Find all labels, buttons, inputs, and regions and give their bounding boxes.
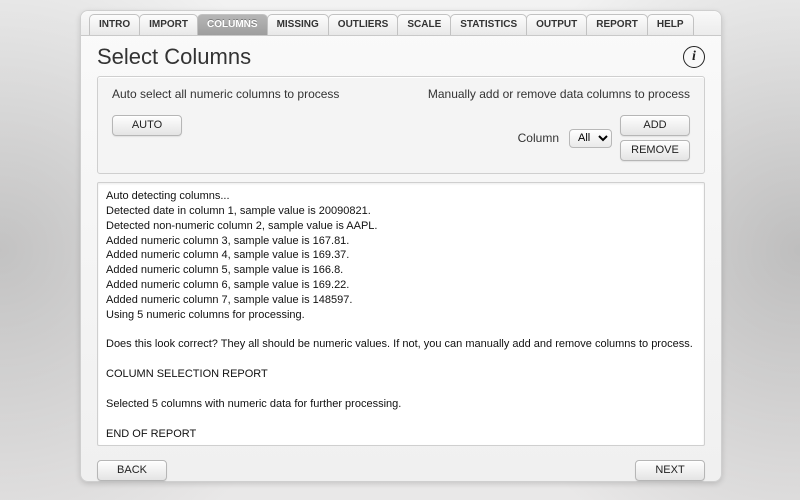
controls-right: Manually add or remove data columns to p… [428,87,690,161]
manual-select-label: Manually add or remove data columns to p… [428,87,690,101]
tab-outliers[interactable]: OUTLIERS [328,14,399,35]
tab-output[interactable]: OUTPUT [526,14,587,35]
next-button[interactable]: NEXT [635,460,705,481]
footer-nav: BACK NEXT [97,460,705,481]
window-background: INTRO IMPORT COLUMNS MISSING OUTLIERS SC… [0,0,800,500]
controls-box: Auto select all numeric columns to proce… [97,76,705,174]
remove-button[interactable]: REMOVE [620,140,690,161]
main-panel: INTRO IMPORT COLUMNS MISSING OUTLIERS SC… [80,10,722,482]
tab-import[interactable]: IMPORT [139,14,198,35]
column-label: Column [518,131,559,145]
info-icon[interactable]: i [683,46,705,68]
page-title: Select Columns [97,44,251,70]
tab-report[interactable]: REPORT [586,14,648,35]
tab-statistics[interactable]: STATISTICS [450,14,527,35]
controls-left: Auto select all numeric columns to proce… [112,87,339,161]
add-button[interactable]: ADD [620,115,690,136]
back-button[interactable]: BACK [97,460,167,481]
tab-scale[interactable]: SCALE [397,14,451,35]
tab-missing[interactable]: MISSING [267,14,329,35]
auto-button[interactable]: AUTO [112,115,182,136]
tab-columns[interactable]: COLUMNS [197,14,268,35]
tab-bar: INTRO IMPORT COLUMNS MISSING OUTLIERS SC… [81,11,721,36]
report-textarea[interactable]: Auto detecting columns... Detected date … [97,182,705,446]
auto-select-label: Auto select all numeric columns to proce… [112,87,339,101]
add-remove-group: ADD REMOVE [620,115,690,161]
column-select[interactable]: All [569,129,612,148]
tab-help[interactable]: HELP [647,14,694,35]
panel-body: Select Columns i Auto select all numeric… [81,36,721,493]
heading-row: Select Columns i [97,44,705,70]
tab-intro[interactable]: INTRO [89,14,140,35]
